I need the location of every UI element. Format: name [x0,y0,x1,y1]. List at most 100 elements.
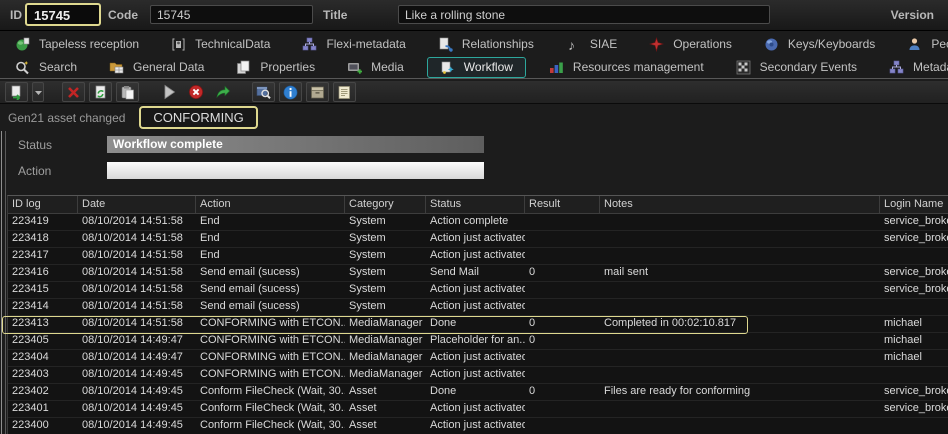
cell-category: System [345,248,426,264]
cell-category: System [345,231,426,247]
table-row[interactable]: 223404 08/10/2014 14:49:47 CONFORMING wi… [8,350,948,367]
column-header-notes[interactable]: Notes [600,196,880,213]
cell-id-log: 223401 [8,401,78,417]
tab-workflow[interactable]: Workflow [427,57,526,78]
cell-action: End [196,214,345,230]
cell-category: MediaManager [345,350,426,366]
table-row[interactable]: 223405 08/10/2014 14:49:47 CONFORMING wi… [8,333,948,350]
refresh-document-button[interactable] [89,82,112,102]
cell-login-name: service_broke [880,282,948,298]
column-header-category[interactable]: Category [345,196,426,213]
cell-status: Action just activated [426,367,525,383]
export-menu-button[interactable] [32,82,44,102]
cell-date: 08/10/2014 14:49:47 [78,350,196,366]
clipboard-preview-button[interactable] [116,82,139,102]
notes-document-icon [337,85,352,100]
cell-category: Asset [345,384,426,400]
tab-siae[interactable]: ♪ SIAE [557,34,626,55]
status-label: Status [18,138,52,152]
cell-notes: Completed in 00:02:10.817 [600,316,880,332]
person-icon [907,37,922,52]
cell-date: 08/10/2014 14:51:58 [78,265,196,281]
tab-flexi-metadata[interactable]: Flexi-metadata [293,34,414,55]
table-row[interactable]: 223403 08/10/2014 14:49:45 CONFORMING wi… [8,367,948,384]
table-row[interactable]: 223415 08/10/2014 14:51:58 Send email (s… [8,282,948,299]
media-icon [347,60,362,75]
cell-action: End [196,248,345,264]
cell-notes: mail sent [600,265,880,281]
tab-search[interactable]: Search [6,57,86,78]
cell-date: 08/10/2014 14:51:58 [78,299,196,315]
cell-login-name: service_broke [880,401,948,417]
column-header-login-name[interactable]: Login Name [880,196,948,213]
current-step-badge: CONFORMING [139,106,257,129]
resume-button[interactable] [211,82,234,102]
stop-button[interactable] [184,82,207,102]
tab-secondary-events[interactable]: Secondary Events [727,57,866,78]
column-header-result[interactable]: Result [525,196,600,213]
tab-relationships[interactable]: Relationships [429,34,543,55]
table-row[interactable]: 223416 08/10/2014 14:51:58 Send email (s… [8,265,948,282]
tab-metadata[interactable]: Metadata [880,57,948,78]
cell-result: 0 [525,316,600,332]
column-header-date[interactable]: Date [78,196,196,213]
code-input[interactable] [150,5,313,24]
tab-people-in-charge[interactable]: People in charge [898,34,948,55]
cell-date: 08/10/2014 14:49:45 [78,384,196,400]
export-button[interactable] [5,82,28,102]
cell-action: Send email (sucess) [196,265,345,281]
cell-result [525,248,600,264]
tab-operations[interactable]: Operations [640,34,741,55]
search-log-button[interactable] [252,82,275,102]
cell-result [525,282,600,298]
flexi-metadata-icon [302,37,317,52]
tapeless-reception-icon [15,37,30,52]
cell-action: CONFORMING with ETCON... [196,333,345,349]
cell-id-log: 223416 [8,265,78,281]
tab-keys-keyboards[interactable]: Keys/Keyboards [755,34,884,55]
cell-login-name: service_broke [880,384,948,400]
cell-id-log: 223404 [8,350,78,366]
resources-icon [549,60,564,75]
cell-result [525,231,600,247]
play-button[interactable] [157,82,180,102]
table-row[interactable]: 223419 08/10/2014 14:51:58 End System Ac… [8,214,948,231]
archive-button[interactable] [306,82,329,102]
tab-technical-data[interactable]: TechnicalData [162,34,279,55]
table-row[interactable]: 223418 08/10/2014 14:51:58 End System Ac… [8,231,948,248]
tab-media[interactable]: Media [338,57,413,78]
tab-general-data[interactable]: General Data [100,57,213,78]
version-label: Version [891,8,934,22]
panel-splitter[interactable] [1,131,6,434]
cell-action: Send email (sucess) [196,299,345,315]
clipboard-icon [120,85,135,100]
column-header-action[interactable]: Action [196,196,345,213]
cell-id-log: 223414 [8,299,78,315]
tab-resources-management[interactable]: Resources management [540,57,713,78]
cell-status: Send Mail [426,265,525,281]
table-row[interactable]: 223417 08/10/2014 14:51:58 End System Ac… [8,248,948,265]
green-arrow-icon [215,84,231,100]
table-row[interactable]: 223401 08/10/2014 14:49:45 Conform FileC… [8,401,948,418]
tab-tapeless-reception[interactable]: Tapeless reception [6,34,148,55]
table-row[interactable]: 223402 08/10/2014 14:49:45 Conform FileC… [8,384,948,401]
id-value-box: 15745 [25,3,101,26]
table-row[interactable]: 223413 08/10/2014 14:51:58 CONFORMING wi… [8,316,948,333]
delete-button[interactable] [62,82,85,102]
column-header-id-log[interactable]: ID log [8,196,78,213]
toolbar [0,81,948,104]
title-input[interactable] [398,5,770,24]
tab-properties[interactable]: Properties [227,57,324,78]
cell-date: 08/10/2014 14:49:45 [78,418,196,434]
column-header-status[interactable]: Status [426,196,525,213]
table-row[interactable]: 223400 08/10/2014 14:49:45 Conform FileC… [8,418,948,434]
cell-notes [600,350,880,366]
cell-status: Done [426,384,525,400]
table-row[interactable]: 223414 08/10/2014 14:51:58 Send email (s… [8,299,948,316]
workflow-event-text: Gen21 asset changed [8,111,125,125]
cell-id-log: 223403 [8,367,78,383]
cell-date: 08/10/2014 14:51:58 [78,231,196,247]
info-button[interactable] [279,82,302,102]
notes-button[interactable] [333,82,356,102]
secondary-events-icon [736,60,751,75]
